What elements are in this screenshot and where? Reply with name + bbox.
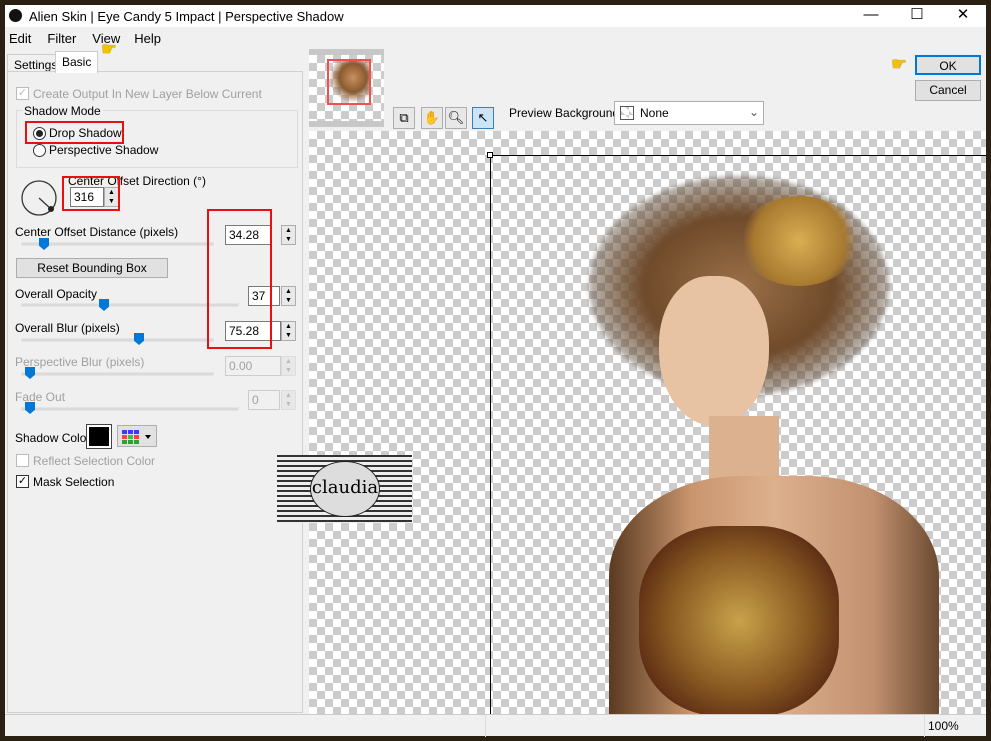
blur-slider[interactable] [21, 338, 214, 342]
opacity-slider-thumb[interactable] [99, 299, 109, 311]
title-bar: Alien Skin | Eye Candy 5 Impact | Perspe… [5, 5, 986, 27]
navigator-thumbnail[interactable] [309, 49, 384, 127]
window-title: Alien Skin | Eye Candy 5 Impact | Perspe… [29, 8, 344, 24]
minimize-button[interactable]: — [848, 5, 894, 27]
preview-background-label: Preview Background: [509, 106, 623, 120]
shadow-mode-label: Shadow Mode [22, 104, 103, 118]
preview-area: ⧉ ✋ 🔍︎ ↖ Preview Background: None ⌄ OK C… [309, 49, 986, 714]
perspective-blur-spinner: ▲ ▼ [281, 356, 296, 376]
distance-label: Center Offset Distance (pixels) [15, 225, 179, 239]
color-palette-dropdown[interactable] [117, 425, 157, 447]
preview-background-value: None [640, 106, 669, 120]
checker-swatch-icon [620, 106, 634, 120]
perspective-shadow-radio[interactable] [33, 144, 46, 157]
opacity-label: Overall Opacity [15, 287, 98, 301]
pointer-tool-icon[interactable]: ↖ [472, 107, 494, 129]
status-bar: 100% [5, 714, 986, 737]
cancel-button[interactable]: Cancel [915, 80, 981, 101]
perspective-shadow-label: Perspective Shadow [49, 143, 159, 157]
menu-filter[interactable]: Filter [37, 29, 82, 49]
ok-button[interactable]: OK [915, 55, 981, 75]
fade-out-label: Fade Out [15, 390, 66, 404]
opacity-spinner[interactable]: ▲ ▼ [281, 286, 296, 306]
hand-tool-icon[interactable]: ✋ [421, 107, 443, 129]
highlight-box [207, 209, 272, 349]
close-button[interactable]: ✕ [940, 5, 986, 27]
pointing-hand-icon: ☛ [891, 54, 908, 74]
zoom-level: 100% [928, 719, 959, 733]
basic-tab-content: ✓ Create Output In New Layer Below Curre… [7, 71, 303, 713]
preview-background-select[interactable]: None ⌄ [614, 101, 764, 125]
fade-out-input: 0 [248, 390, 280, 410]
eye-candy-window: Alien Skin | Eye Candy 5 Impact | Perspe… [5, 5, 986, 737]
navigator-viewport-box[interactable] [327, 59, 371, 105]
woman-photo [579, 176, 986, 714]
blur-slider-thumb[interactable] [134, 333, 144, 345]
fade-out-slider [21, 407, 239, 411]
reflect-selection-checkbox[interactable] [16, 454, 29, 467]
zoom-tool-icon[interactable]: 🔍︎ [445, 107, 467, 129]
watermark-text: claudia [310, 461, 380, 517]
perspective-blur-slider [21, 372, 214, 376]
preview-toggle-icon[interactable]: ⧉ [393, 107, 415, 129]
shadow-color-label: Shadow Color [15, 431, 91, 445]
image-bound-line [490, 155, 491, 714]
perspective-blur-label: Perspective Blur (pixels) [15, 355, 145, 369]
preview-canvas[interactable] [309, 131, 986, 714]
direction-dial[interactable] [20, 179, 60, 219]
alien-skin-app-icon [9, 9, 22, 22]
highlight-box [62, 176, 120, 211]
bounding-box-handle[interactable] [487, 152, 493, 158]
distance-spinner[interactable]: ▲ ▼ [281, 225, 296, 245]
watermark-logo: claudia [277, 455, 412, 523]
chevron-down-icon: ⌄ [749, 105, 760, 119]
settings-panel: Settings Basic ✓ Create Output In New La… [5, 51, 305, 714]
mask-selection-label: Mask Selection [33, 475, 115, 489]
fade-out-spinner: ▲ ▼ [281, 390, 296, 410]
menu-edit[interactable]: Edit [5, 29, 37, 49]
color-grid-icon [122, 430, 151, 444]
reset-bounding-box-button[interactable]: Reset Bounding Box [16, 258, 168, 278]
menu-bar: Edit Filter View Help [5, 29, 167, 49]
menu-help[interactable]: Help [126, 29, 167, 49]
blur-label: Overall Blur (pixels) [15, 321, 120, 335]
perspective-blur-input: 0.00 [225, 356, 281, 376]
distance-slider[interactable] [21, 242, 214, 246]
shadow-color-swatch[interactable] [86, 424, 112, 449]
create-output-checkbox[interactable]: ✓ [16, 87, 29, 100]
image-bound-line [490, 155, 986, 156]
reflect-selection-label: Reflect Selection Color [33, 454, 156, 468]
fade-out-slider-thumb [25, 402, 35, 414]
distance-slider-thumb[interactable] [39, 238, 49, 250]
mask-selection-checkbox[interactable]: ✓ [16, 475, 29, 488]
tab-basic[interactable]: Basic [55, 51, 99, 73]
create-output-label: Create Output In New Layer Below Current [33, 87, 262, 101]
maximize-button[interactable]: ☐ [894, 5, 940, 27]
perspective-blur-slider-thumb [25, 367, 35, 379]
blur-spinner[interactable]: ▲ ▼ [281, 321, 296, 341]
highlight-box [25, 121, 124, 144]
